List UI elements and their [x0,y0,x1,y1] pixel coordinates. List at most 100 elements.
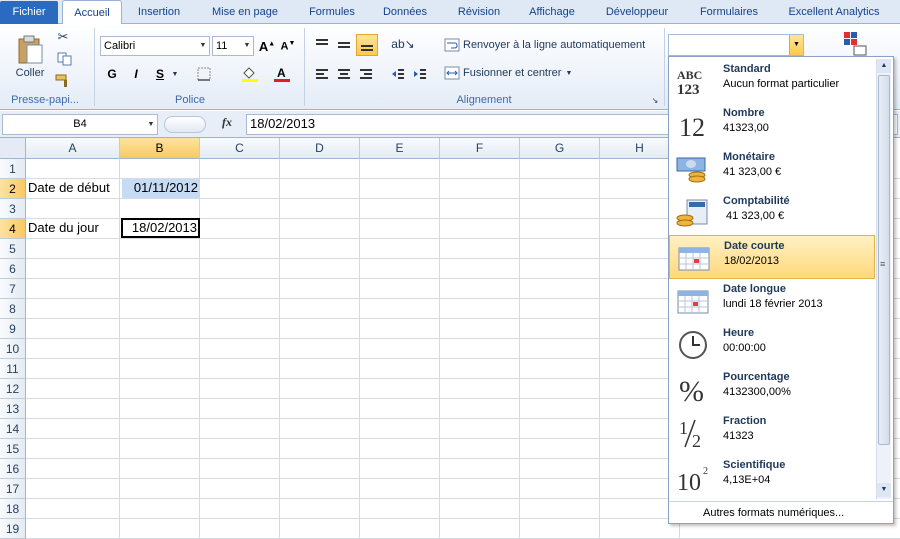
number-format-comptabilit-[interactable]: Comptabilité 41 323,00 € [669,191,875,235]
borders-button[interactable] [192,64,216,84]
tab-revision[interactable]: Révision [446,0,512,24]
row-header-16[interactable]: 16 [0,459,26,479]
font-size-select[interactable]: 11 ▼ [212,36,254,56]
align-bottom-button[interactable] [356,34,378,56]
format-title: Nombre [723,107,765,119]
row-header-8[interactable]: 8 [0,299,26,319]
row-header-5[interactable]: 5 [0,239,26,259]
row-header-13[interactable]: 13 [0,399,26,419]
cut-button[interactable]: ✂ [54,28,72,46]
row-header-11[interactable]: 11 [0,359,26,379]
shrink-font-button[interactable]: A▼ [279,37,297,55]
more-number-formats[interactable]: Autres formats numériques... [703,505,844,521]
font-color-button[interactable]: A [268,64,296,84]
align-middle-button[interactable] [334,34,354,54]
row-header-9[interactable]: 9 [0,319,26,339]
formula-bar-splitter[interactable] [164,116,206,133]
scroll-up-icon[interactable]: ▲ [877,59,891,73]
chevron-down-icon: ▼ [147,121,155,128]
number-format-pourcentage[interactable]: % Pourcentage 4132300,00% [669,367,875,411]
column-header-c[interactable]: C [200,138,280,159]
tab-formules[interactable]: Formules [298,0,366,24]
number-format-fraction[interactable]: 1 2 Fraction 41323 [669,411,875,455]
bold-button[interactable]: G [102,64,122,84]
tab-developpeur[interactable]: Développeur [594,0,680,24]
fill-color-button[interactable] [236,64,264,84]
number-format-standard[interactable]: ABC 123 Standard Aucun format particulier [669,59,875,103]
name-box[interactable]: B4 ▼ [2,114,158,135]
tab-fichier[interactable]: Fichier [0,1,58,24]
wrap-text-button[interactable]: Renvoyer à la ligne automatiquement [444,36,658,54]
underline-dropdown[interactable]: ▼ [170,64,180,84]
number-format-scientifique[interactable]: 10 2 Scientifique 4,13E+04 [669,455,875,499]
cell-b2[interactable]: 01/11/2012 [122,178,200,198]
format-example: 4132300,00% [723,386,791,398]
gridline-vertical [439,159,440,539]
grow-font-button[interactable]: A▲ [258,37,276,55]
format-example: lundi 18 février 2013 [723,298,823,310]
column-header-g[interactable]: G [520,138,600,159]
row-header-4[interactable]: 4 [0,219,26,239]
tab-mise-en-page[interactable]: Mise en page [200,0,290,24]
tab-formulaires[interactable]: Formulaires [688,0,770,24]
row-header-19[interactable]: 19 [0,519,26,539]
align-left-button[interactable] [312,64,332,84]
underline-button[interactable]: S [150,64,170,84]
tab-donnees[interactable]: Données [372,0,438,24]
align-center-button[interactable] [334,64,354,84]
format-painter-button[interactable] [54,72,72,90]
number-format-date-longue[interactable]: Date longue lundi 18 février 2013 [669,279,875,323]
alignment-dialog-launcher[interactable]: ↘ [650,94,660,106]
font-name-select[interactable]: Calibri ▼ [100,36,210,56]
row-header-14[interactable]: 14 [0,419,26,439]
gridline-vertical [599,159,600,539]
insert-function-button[interactable]: fx [222,115,242,133]
align-right-button[interactable] [356,64,376,84]
formula-value: 18/02/2013 [250,116,316,131]
italic-button[interactable]: I [126,64,146,84]
scroll-down-icon[interactable]: ▼ [877,483,891,497]
borders-icon [197,67,211,81]
tab-affichage[interactable]: Affichage [518,0,586,24]
cell-a2[interactable]: Date de début [28,178,110,198]
copy-button[interactable] [54,50,76,68]
select-all-corner[interactable] [0,138,26,159]
decrease-indent-button[interactable] [388,64,408,84]
menu-scrollbar[interactable]: ▲ ≡ ▼ [876,59,891,499]
merge-center-button[interactable]: Fusionner et centrer ▼ [444,64,582,82]
column-header-e[interactable]: E [360,138,440,159]
row-header-2[interactable]: 2 [0,179,26,199]
number-format-mon-taire[interactable]: Monétaire 41 323,00 € [669,147,875,191]
cell-a4[interactable]: Date du jour [28,218,99,238]
row-header-6[interactable]: 6 [0,259,26,279]
row-header-12[interactable]: 12 [0,379,26,399]
tab-insertion[interactable]: Insertion [126,0,192,24]
align-top-button[interactable] [312,34,332,54]
format-title: Monétaire [723,151,775,163]
column-header-f[interactable]: F [440,138,520,159]
gridline-vertical [519,159,520,539]
column-header-a[interactable]: A [26,138,120,159]
row-header-18[interactable]: 18 [0,499,26,519]
tab-excellent-analytics[interactable]: Excellent Analytics [778,0,890,24]
column-header-d[interactable]: D [280,138,360,159]
number-format-heure[interactable]: Heure 00:00:00 [669,323,875,367]
number-format-select[interactable]: ▼ [668,34,804,56]
number-format-nombre[interactable]: 12 Nombre 41323,00 [669,103,875,147]
row-header-1[interactable]: 1 [0,159,26,179]
cell-b4-active[interactable]: 18/02/2013 [121,218,200,238]
number-format-date-courte[interactable]: Date courte 18/02/2013 [669,235,875,279]
row-header-15[interactable]: 15 [0,439,26,459]
separator [304,28,305,106]
column-header-b[interactable]: B [120,138,200,159]
tab-accueil[interactable]: Accueil [62,0,122,25]
row-header-17[interactable]: 17 [0,479,26,499]
orientation-button[interactable]: ab↘ [390,34,416,54]
grow-font-icon: A▲ [258,38,276,54]
row-header-10[interactable]: 10 [0,339,26,359]
row-header-7[interactable]: 7 [0,279,26,299]
increase-indent-button[interactable] [410,64,430,84]
conditional-format-button[interactable] [838,28,872,58]
row-header-3[interactable]: 3 [0,199,26,219]
paste-button[interactable]: Coller [10,28,50,86]
